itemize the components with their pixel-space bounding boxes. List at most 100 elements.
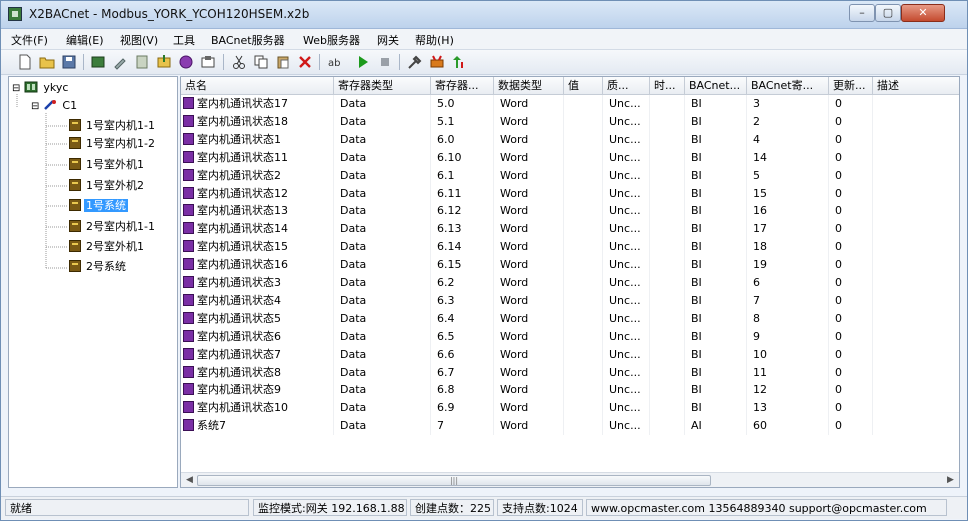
col-update-header[interactable]: 更新... [829,77,873,95]
col-time-header[interactable]: 时... [650,77,685,95]
table-row[interactable]: 室内机通讯状态15 Data 6.14 Word Unc... BI 18 0 [181,238,959,257]
col-point-name-cell: 室内机通讯状态1 [181,130,334,149]
col-point-name-header[interactable]: 点名 [181,77,334,95]
point-name: 室内机通讯状态5 [197,311,281,325]
col-time-cell [650,274,685,292]
col-register-type-cell: Data [334,184,431,203]
copy-icon[interactable] [253,54,269,70]
table-row[interactable]: 室内机通讯状态14 Data 6.13 Word Unc... BI 17 0 [181,220,959,239]
app-icon[interactable] [8,7,22,21]
menu-gateway[interactable]: 网关 [377,32,399,48]
table-row[interactable]: 室内机通讯状态7 Data 6.6 Word Unc... BI 10 0 [181,345,959,364]
col-value-header[interactable]: 值 [564,77,603,95]
col-quality-header[interactable]: 质... [603,77,650,95]
save-icon[interactable] [61,54,77,70]
col-description-cell [873,417,959,435]
menu-bacnet-server[interactable]: BACnet服务器 [211,32,285,48]
col-point-name-cell: 室内机通讯状态4 [181,291,334,310]
open-folder-icon[interactable] [39,54,55,70]
add-device-icon[interactable] [90,54,106,70]
table-row[interactable]: 室内机通讯状态10 Data 6.9 Word Unc... BI 13 0 [181,399,959,418]
table-row[interactable]: 系统7 Data 7 Word Unc... AI 60 0 [181,417,959,436]
table-row[interactable]: 室内机通讯状态17 Data 5.0 Word Unc... BI 3 0 [181,95,959,113]
col-register-address-header[interactable]: 寄存器... [431,77,494,95]
col-description-cell [873,185,959,203]
settings-icon[interactable] [200,54,216,70]
col-data-type-header[interactable]: 数据类型 [494,77,564,95]
col-value-cell [564,256,603,275]
col-value-cell [564,166,603,185]
points-table[interactable]: 点名 寄存器类型 寄存器... 数据类型值质... 时... BACnet... BACne… [180,76,960,488]
table-row[interactable]: 室内机通讯状态18 Data 5.1 Word Unc... BI 2 0 [181,112,959,131]
wizard-icon[interactable] [112,54,128,70]
delete-icon[interactable] [297,54,313,70]
upgrade-icon[interactable] [451,54,467,70]
point-icon [183,150,194,163]
menu-help[interactable]: 帮助(H) [415,32,454,48]
title-bar[interactable]: X2BACnet - Modbus_YORK_YCOH120HSEM.x2b –… [1,1,967,29]
table-row[interactable]: 室内机通讯状态1 Data 6.0 Word Unc... BI 4 0 [181,130,959,149]
scroll-thumb[interactable]: ||| [197,475,711,486]
table-row[interactable]: 室内机通讯状态6 Data 6.5 Word Unc... BI 9 0 [181,327,959,346]
point-icon [183,329,194,342]
col-quality-cell: Unc... [603,166,650,185]
properties-icon[interactable] [134,54,150,70]
device-tree[interactable]: ⊟ ykyc ⊟ C1 1号室内机1-1 1号室内机1-2 1号室外机1 1号室… [8,76,178,488]
table-row[interactable]: 室内机通讯状态3 Data 6.2 Word Unc... BI 6 0 [181,274,959,292]
col-register-address-cell: 6.8 [431,381,494,400]
col-update-cell: 0 [829,238,873,257]
run-icon[interactable] [355,54,371,70]
horizontal-scrollbar[interactable]: ◀ ||| ▶ [181,472,959,487]
maximize-button[interactable]: ▢ [875,4,901,22]
table-row[interactable]: 室内机通讯状态9 Data 6.8 Word Unc... BI 12 0 [181,381,959,400]
cut-icon[interactable] [231,54,247,70]
col-time-cell [650,256,685,275]
col-data-type-cell: Word [494,256,564,275]
col-bacnet-type-cell: BI [685,256,747,275]
col-bacnet-instance-header[interactable]: BACnet寄... [747,77,829,95]
col-point-name-cell: 室内机通讯状态15 [181,238,334,257]
col-bacnet-type-cell: BI [685,363,747,382]
tools-icon[interactable] [407,54,423,70]
table-row[interactable]: 室内机通讯状态4 Data 6.3 Word Unc... BI 7 0 [181,291,959,310]
col-register-type-cell: Data [334,345,431,364]
minimize-button[interactable]: – [849,4,875,22]
col-value-cell [564,112,603,131]
menu-web-server[interactable]: Web服务器 [303,32,360,48]
scroll-left-icon[interactable]: ◀ [182,474,197,487]
menu-edit[interactable]: 编辑(E) [66,32,104,48]
menu-file[interactable]: 文件(F) [11,32,48,48]
new-file-icon[interactable] [17,54,33,70]
rename-icon[interactable]: ab [327,54,343,70]
col-description-cell [873,167,959,185]
point-icon [183,222,194,235]
monitor-icon[interactable] [429,54,445,70]
col-value-cell [564,381,603,400]
col-bacnet-type-header[interactable]: BACnet... [685,77,747,95]
col-quality-cell: Unc... [603,95,650,113]
table-row[interactable]: 室内机通讯状态5 Data 6.4 Word Unc... BI 8 0 [181,309,959,328]
table-row[interactable]: 室内机通讯状态2 Data 6.1 Word Unc... BI 5 0 [181,166,959,185]
point-name: 室内机通讯状态7 [197,347,281,361]
table-row[interactable]: 室内机通讯状态16 Data 6.15 Word Unc... BI 19 0 [181,256,959,275]
point-icon [183,114,194,127]
status-supported-points: 支持点数:1024 [497,499,583,516]
table-row[interactable]: 室内机通讯状态13 Data 6.12 Word Unc... BI 16 0 [181,202,959,221]
col-register-type-header[interactable]: 寄存器类型 [334,77,431,95]
col-bacnet-type-cell: BI [685,220,747,239]
paste-icon[interactable] [275,54,291,70]
scroll-right-icon[interactable]: ▶ [943,474,958,487]
stop-icon[interactable] [377,54,393,70]
close-button[interactable]: ✕ [901,4,945,22]
col-description-cell [873,220,959,238]
table-row[interactable]: 室内机通讯状态11 Data 6.10 Word Unc... BI 14 0 [181,148,959,167]
col-value-cell [564,148,603,167]
col-time-cell [650,148,685,167]
table-row[interactable]: 室内机通讯状态8 Data 6.7 Word Unc... BI 11 0 [181,363,959,382]
menu-view[interactable]: 视图(V) [120,32,158,48]
table-row[interactable]: 室内机通讯状态12 Data 6.11 Word Unc... BI 15 0 [181,184,959,203]
export-icon[interactable] [178,54,194,70]
col-description-header[interactable]: 描述 [873,77,959,95]
menu-tools[interactable]: 工具 [173,32,195,48]
import-icon[interactable] [156,54,172,70]
